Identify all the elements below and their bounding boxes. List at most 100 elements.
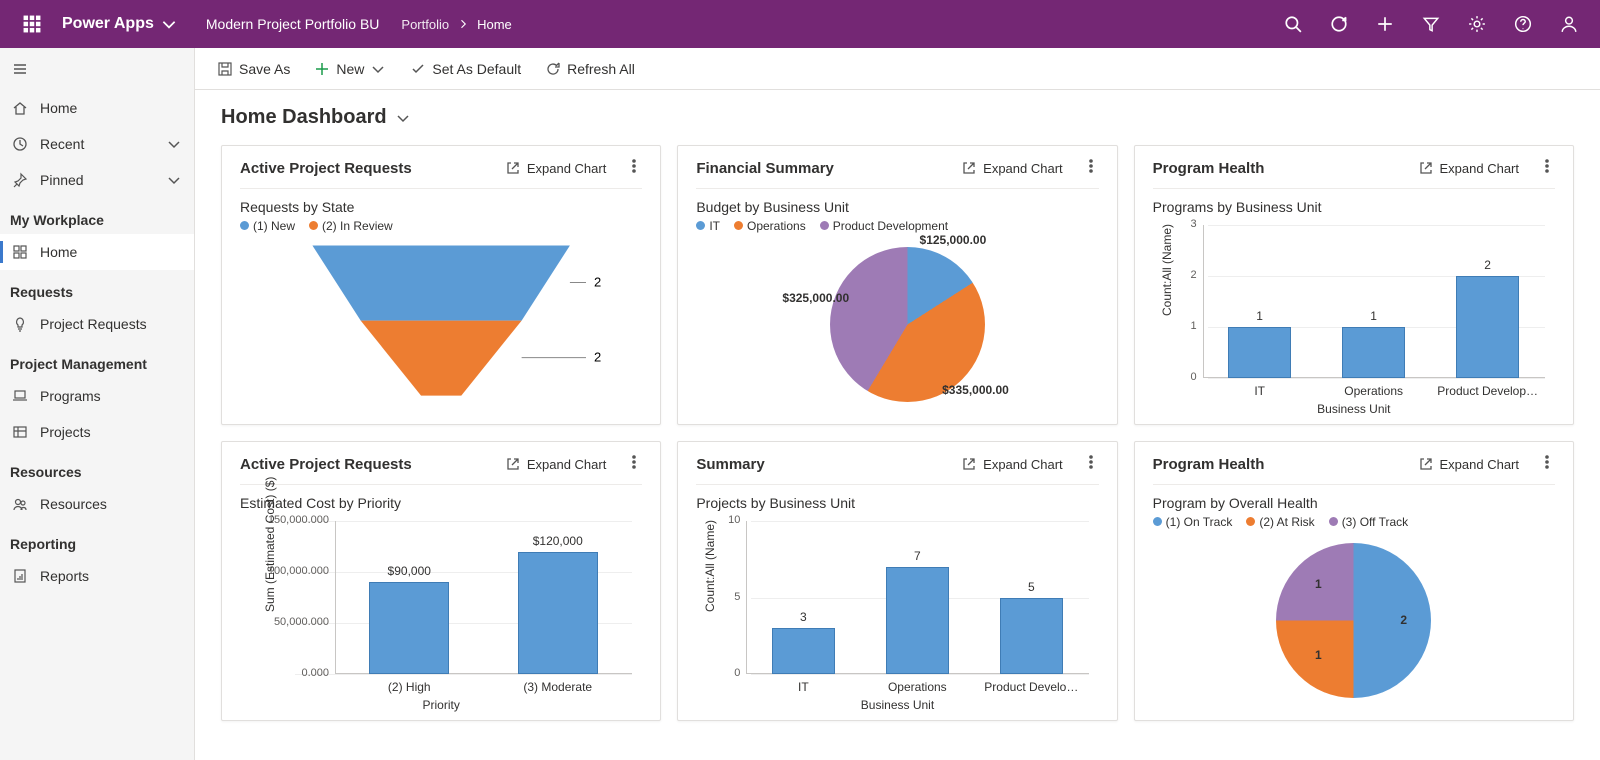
card-2: Program Health Expand Chart Programs by … [1134,145,1574,425]
chart-plot: 0.00050,000.000100,000.000150,000.000 $9… [240,511,642,712]
table-icon [12,424,28,440]
task-button[interactable] [1316,0,1362,48]
nav-item-programs[interactable]: Programs [0,378,194,414]
nav-item-reports[interactable]: Reports [0,558,194,594]
expand-chart-button[interactable]: Expand Chart [1418,456,1520,472]
app-header: Power Apps Modern Project Portfolio BU P… [0,0,1600,48]
environment-name[interactable]: Modern Project Portfolio BU [206,16,380,32]
expand-chart-button[interactable]: Expand Chart [961,160,1063,176]
nav-group-my-workplace: My Workplace [0,198,194,234]
chart-subtitle: Programs by Business Unit [1153,189,1555,215]
card-menu-button[interactable] [626,158,642,178]
chevron-down-icon [166,136,182,152]
nav-item-resources[interactable]: Resources [0,486,194,522]
nav-item-projects[interactable]: Projects [0,414,194,450]
chart-plot: 0123 1 IT 1 Operations 2 Product Develop… [1153,215,1555,416]
popout-icon [505,456,521,472]
chevron-down-icon [166,172,182,188]
chart-plot: 0510 3 IT 7 Operations 5 Product Develo…… [696,511,1098,712]
popout-icon [961,160,977,176]
nav-collapse-button[interactable] [0,48,194,90]
chart-subtitle: Budget by Business Unit [696,189,1098,215]
clock-icon [12,136,28,152]
breadcrumb: Portfolio Home [401,17,511,32]
dots-icon [626,158,642,174]
card-0: Active Project Requests Expand Chart Req… [221,145,661,425]
breadcrumb-portfolio[interactable]: Portfolio [401,17,449,32]
card-title: Active Project Requests [240,160,505,177]
save-as-button[interactable]: Save As [207,57,300,81]
account-button[interactable] [1546,0,1592,48]
chevron-down-icon [160,15,178,33]
expand-chart-button[interactable]: Expand Chart [505,160,607,176]
card-menu-button[interactable] [1083,158,1099,178]
home-icon [12,100,28,116]
chevron-down-icon [370,61,386,77]
waffle-launcher[interactable] [8,15,56,33]
expand-chart-button[interactable]: Expand Chart [505,456,607,472]
expand-chart-button[interactable]: Expand Chart [961,456,1063,472]
help-button[interactable] [1500,0,1546,48]
chart-subtitle: Requests by State [240,189,642,215]
search-button[interactable] [1270,0,1316,48]
left-nav: HomeRecentPinned My WorkplaceHomeRequest… [0,48,195,760]
chart-plot: 211 [1153,529,1555,712]
app-name-label: Power Apps [62,15,154,33]
popout-icon [1418,456,1434,472]
svg-text:2: 2 [594,275,601,290]
nav-item-home[interactable]: Home [0,234,194,270]
chart-plot: 2 2 [240,233,642,418]
nav-group-resources: Resources [0,450,194,486]
dots-icon [626,454,642,470]
chart-subtitle: Estimated Cost by Priority [240,485,642,511]
laptop-icon [12,388,28,404]
breadcrumb-home: Home [477,17,512,32]
refresh-all-button[interactable]: Refresh All [535,57,645,81]
nav-home[interactable]: Home [0,90,194,126]
svg-text:2: 2 [594,350,601,365]
nav-pinned[interactable]: Pinned [0,162,194,198]
dashboard-grid: Active Project Requests Expand Chart Req… [195,137,1600,760]
nav-group-requests: Requests [0,270,194,306]
people-icon [12,496,28,512]
pin-icon [12,172,28,188]
card-menu-button[interactable] [626,454,642,474]
popout-icon [505,160,521,176]
card-title: Active Project Requests [240,456,505,473]
card-title: Program Health [1153,160,1418,177]
dots-icon [1539,454,1555,470]
card-menu-button[interactable] [1539,158,1555,178]
chart-plot: $125,000.00$335,000.00$325,000.00 [696,233,1098,416]
chart-legend: (1) New(2) In Review [240,215,642,233]
set-default-button[interactable]: Set As Default [400,57,531,81]
nav-group-project-management: Project Management [0,342,194,378]
app-name[interactable]: Power Apps [56,15,184,33]
grid-icon [12,244,28,260]
card-1: Financial Summary Expand Chart Budget by… [677,145,1117,425]
nav-recent[interactable]: Recent [0,126,194,162]
dots-icon [1539,158,1555,174]
add-button[interactable] [1362,0,1408,48]
chevron-down-icon [395,110,411,126]
expand-chart-button[interactable]: Expand Chart [1418,160,1520,176]
nav-item-project-requests[interactable]: Project Requests [0,306,194,342]
card-menu-button[interactable] [1083,454,1099,474]
card-title: Financial Summary [696,160,961,177]
chart-legend: (1) On Track(2) At Risk(3) Off Track [1153,511,1555,529]
command-bar: Save As New Set As Default Refresh All [195,48,1600,90]
settings-button[interactable] [1454,0,1500,48]
chart-subtitle: Program by Overall Health [1153,485,1555,511]
chevron-right-icon [457,18,469,30]
chart-subtitle: Projects by Business Unit [696,485,1098,511]
dots-icon [1083,158,1099,174]
card-title: Summary [696,456,961,473]
card-4: Summary Expand Chart Projects by Busines… [677,441,1117,721]
card-menu-button[interactable] [1539,454,1555,474]
filter-button[interactable] [1408,0,1454,48]
card-title: Program Health [1153,456,1418,473]
new-button[interactable]: New [304,57,396,81]
chart-legend: ITOperationsProduct Development [696,215,1098,233]
dots-icon [1083,454,1099,470]
page-title[interactable]: Home Dashboard [195,90,1600,137]
bulb-icon [12,316,28,332]
